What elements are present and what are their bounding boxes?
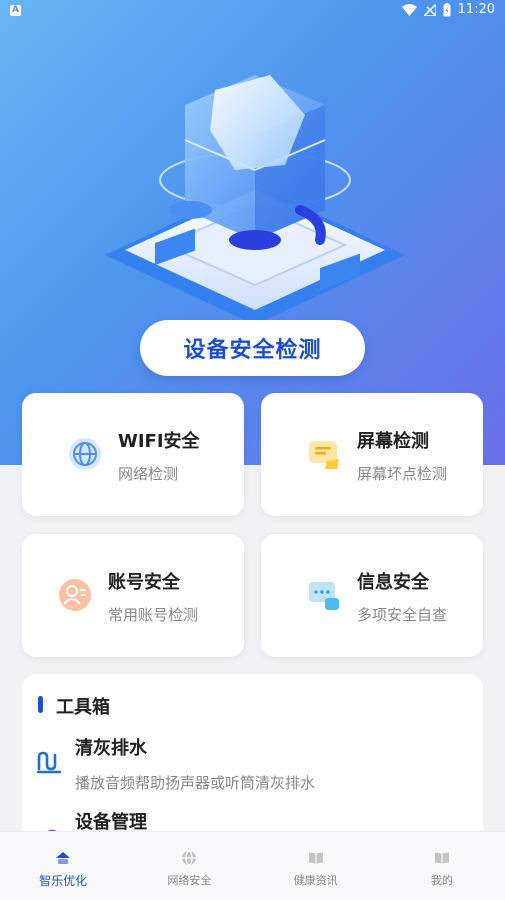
account-security-card[interactable]: 账号安全 常用账号检测	[22, 534, 244, 657]
card-subtitle: 多项安全自查	[357, 606, 448, 624]
card-title: 账号安全	[108, 572, 180, 593]
wifi-security-card[interactable]: WIFI安全 网络检测	[22, 393, 244, 516]
info-security-card[interactable]: 信息安全 多项安全自查	[261, 534, 483, 657]
drain-icon	[36, 751, 62, 774]
tab-label: 健康资讯	[293, 874, 338, 887]
home-icon	[56, 852, 71, 864]
wifi-icon	[401, 3, 417, 16]
battery-icon	[443, 2, 451, 16]
status-time: 11:20	[457, 2, 495, 17]
tool-item-drain[interactable]: 清灰排水 播放音频帮助扬声器或听筒清灰排水	[22, 732, 483, 798]
screen-icon	[309, 441, 339, 469]
no-signal-icon	[423, 3, 436, 16]
tab-label: 网络安全	[167, 874, 212, 887]
status-bar: A 11:20	[0, 0, 505, 22]
tab-health-news[interactable]: 健康资讯	[253, 832, 379, 900]
tool-subtitle: 播放音频帮助扬声器或听筒清灰排水	[75, 774, 316, 792]
book-icon	[434, 852, 449, 864]
tab-network-security[interactable]: 网络安全	[126, 832, 252, 900]
tab-label: 我的	[430, 874, 453, 887]
card-subtitle: 屏幕坏点检测	[357, 465, 448, 483]
message-icon	[309, 582, 339, 610]
globe-icon	[69, 438, 101, 470]
card-subtitle: 网络检测	[118, 465, 179, 483]
card-subtitle: 常用账号检测	[108, 606, 199, 624]
section-marker	[38, 696, 43, 713]
tab-optimize[interactable]: 智乐优化	[0, 832, 126, 900]
tab-mine[interactable]: 我的	[379, 832, 505, 900]
globe-icon	[182, 850, 197, 866]
screen-check-card[interactable]: 屏幕检测 屏幕坏点检测	[261, 393, 483, 516]
card-title: WIFI安全	[118, 431, 200, 452]
tool-title: 清灰排水	[75, 738, 147, 759]
user-icon	[59, 579, 91, 611]
card-title: 信息安全	[357, 572, 429, 593]
toolbox-title: 工具箱	[56, 697, 110, 718]
app-badge: A	[10, 5, 21, 16]
tab-label: 智乐优化	[39, 874, 88, 888]
card-title: 屏幕检测	[357, 431, 429, 452]
bottom-tab-bar: 智乐优化 网络安全 健康资讯 我的	[0, 831, 505, 900]
book-icon	[308, 852, 323, 864]
security-cube-illustration	[105, 75, 405, 325]
device-security-scan-button[interactable]: 设备安全检测	[140, 320, 365, 376]
